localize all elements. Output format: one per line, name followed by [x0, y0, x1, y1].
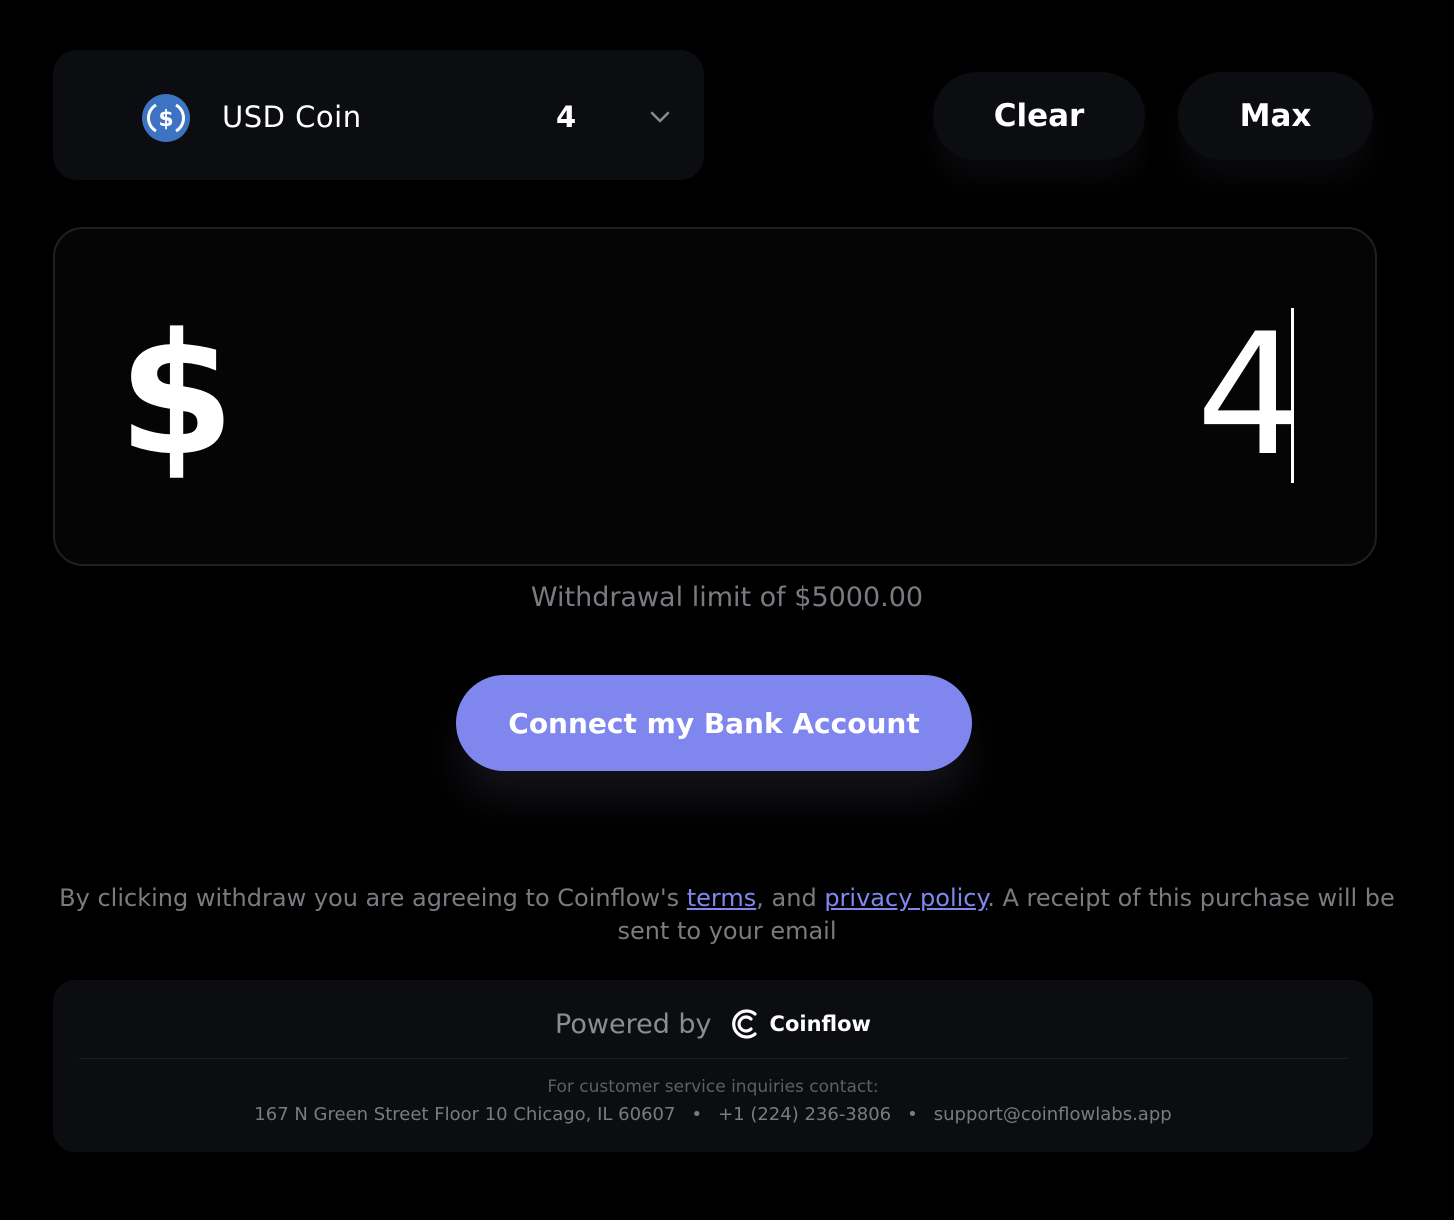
coinflow-logo-icon [731, 1009, 757, 1039]
currency-symbol: $ [118, 297, 235, 493]
footer: Powered by Coinflow For customer service… [53, 980, 1373, 1152]
token-balance: 4 [556, 100, 577, 134]
terms-link[interactable]: terms [687, 884, 757, 912]
usdc-icon: $ [142, 94, 190, 142]
contact-details: 167 N Green Street Floor 10 Chicago, IL … [53, 1104, 1373, 1125]
powered-by-row: Powered by Coinflow [53, 1004, 1373, 1044]
clear-button[interactable]: Clear [933, 72, 1145, 160]
amount-input[interactable]: 4 [1196, 300, 1303, 490]
separator-dot: • [691, 1104, 703, 1125]
max-button[interactable]: Max [1178, 72, 1373, 160]
separator-dot: • [907, 1104, 918, 1125]
text-caret [1291, 308, 1294, 483]
contact-heading: For customer service inquiries contact: [547, 1077, 879, 1097]
withdraw-page: $ USD Coin 4 Clear Max $ 4 Withdrawal li… [0, 0, 1454, 1220]
privacy-policy-link[interactable]: privacy policy [824, 884, 987, 912]
powered-by-label: Powered by [555, 1008, 712, 1040]
terms-notice: By clicking withdraw you are agreeing to… [40, 882, 1414, 948]
amount-input-box[interactable] [53, 227, 1377, 566]
chevron-down-icon[interactable] [648, 107, 672, 127]
coinflow-brand: Coinflow [769, 1012, 871, 1036]
terms-prefix: By clicking withdraw you are agreeing to… [59, 884, 687, 912]
contact-phone[interactable]: +1 (224) 236-3806 [718, 1104, 891, 1125]
terms-middle: , and [756, 884, 825, 912]
footer-divider [79, 1058, 1349, 1059]
contact-address: 167 N Green Street Floor 10 Chicago, IL … [254, 1104, 676, 1125]
token-name: USD Coin [222, 100, 362, 134]
svg-text:$: $ [158, 107, 173, 132]
withdrawal-limit-text: Withdrawal limit of $5000.00 [530, 582, 924, 613]
connect-bank-button[interactable]: Connect my Bank Account [456, 675, 972, 771]
contact-email[interactable]: support@coinflowlabs.app [934, 1104, 1172, 1125]
